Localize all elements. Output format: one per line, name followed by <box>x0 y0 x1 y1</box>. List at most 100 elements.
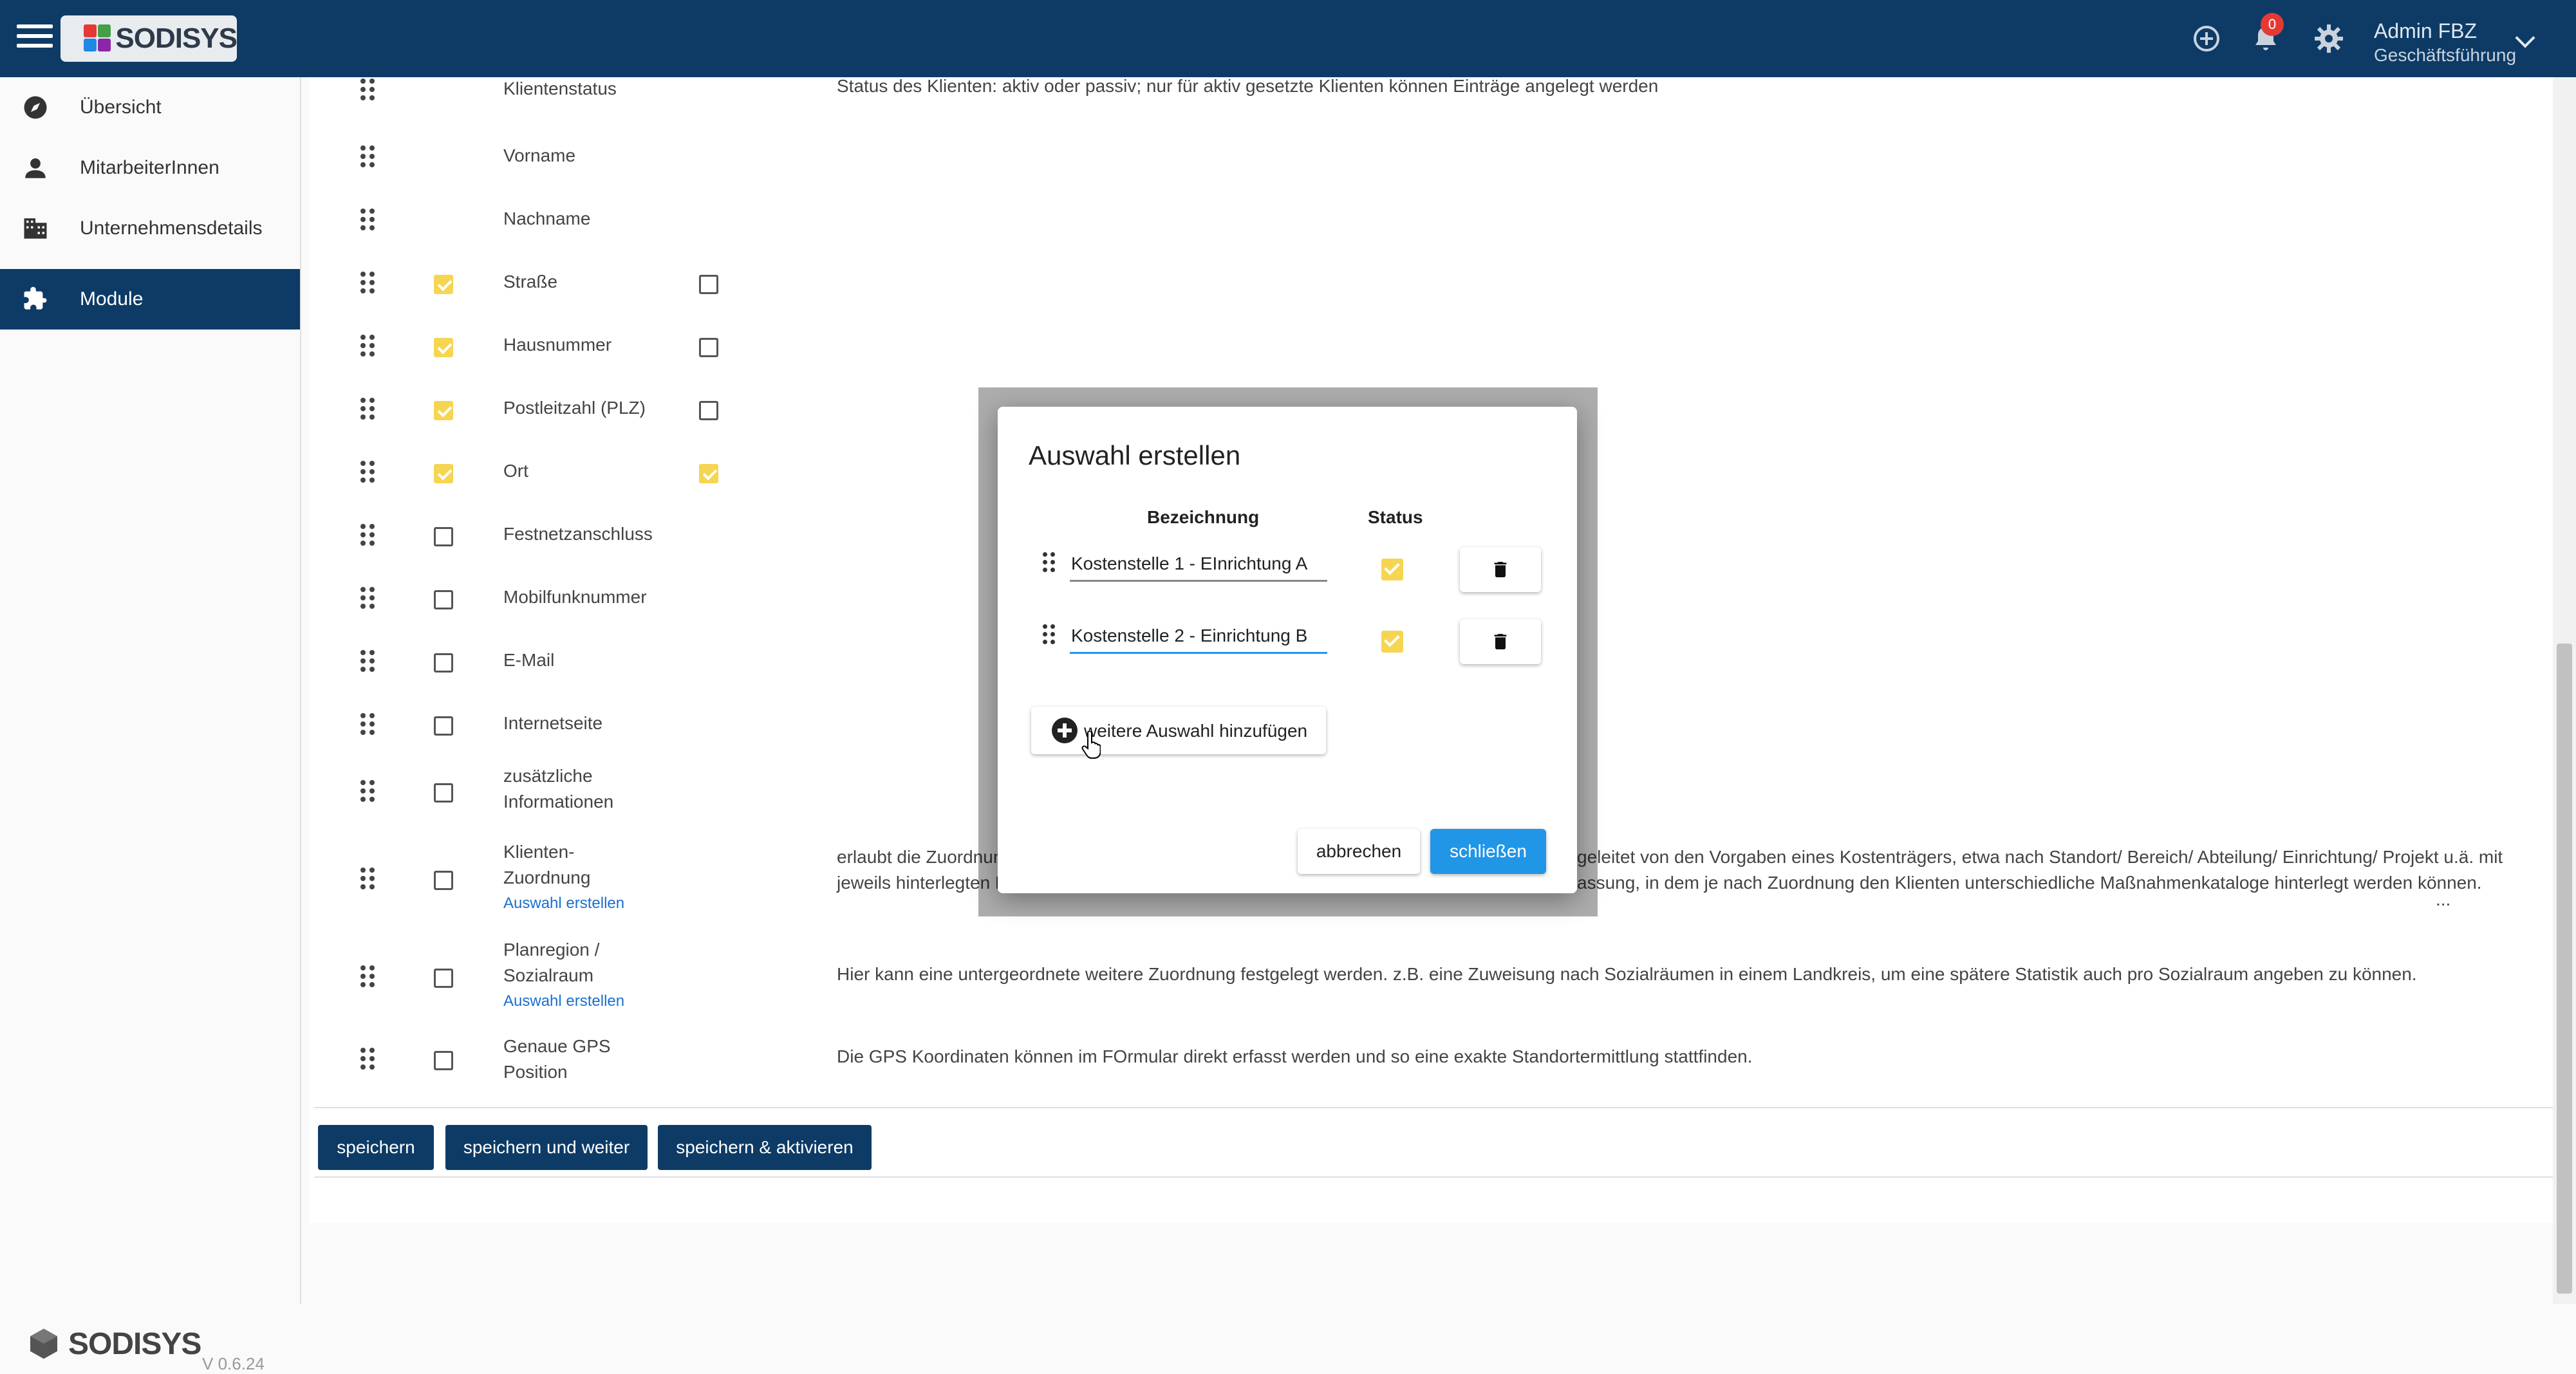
sidebar-item-unternehmensdetails[interactable]: Unternehmensdetails <box>0 198 300 259</box>
trash-icon <box>1494 634 1507 649</box>
hamburger-menu-icon[interactable] <box>17 24 53 53</box>
sidebar-item-label: MitarbeiterInnen <box>80 157 219 178</box>
sidebar-item-mitarbeiterinnen[interactable]: MitarbeiterInnen <box>0 138 300 198</box>
sidebar: Übersicht MitarbeiterInnen Unternehmensd… <box>0 77 301 1373</box>
drag-handle-icon[interactable] <box>360 209 376 234</box>
field-label: Hausnummer <box>503 335 612 355</box>
save-button[interactable]: speichern <box>318 1125 434 1170</box>
field-label-line: Informationen <box>503 792 614 812</box>
drag-handle-icon[interactable] <box>360 650 376 676</box>
sidebar-item-label: Unternehmensdetails <box>80 218 263 239</box>
field-enabled-checkbox[interactable] <box>434 783 453 803</box>
save-and-activate-button[interactable]: speichern & aktivieren <box>658 1125 872 1170</box>
create-selection-link[interactable]: Auswahl erstellen <box>503 895 624 913</box>
sodisys-logo-icon <box>84 24 111 53</box>
drag-handle-icon[interactable] <box>360 145 376 171</box>
delete-option-button[interactable] <box>1460 619 1541 664</box>
sidebar-item-label: Module <box>80 288 144 310</box>
field-label-line: Position <box>503 1062 568 1082</box>
column-header-name: Bezeichnung <box>1147 507 1260 527</box>
drag-handle-icon[interactable] <box>360 868 376 893</box>
sidebar-item-module[interactable]: Module <box>0 269 300 330</box>
field-label: Vorname <box>503 145 576 165</box>
drag-handle-icon[interactable] <box>360 461 376 487</box>
drag-handle-icon[interactable] <box>360 587 376 613</box>
field-enabled-checkbox[interactable] <box>434 401 453 420</box>
hand-cursor-icon <box>1081 731 1101 759</box>
option-name-input[interactable] <box>1070 547 1327 582</box>
notification-badge: 0 <box>2261 13 2284 36</box>
field-enabled-checkbox[interactable] <box>434 464 453 483</box>
delete-option-button[interactable] <box>1460 547 1541 592</box>
footer-app-name: SODISYS <box>68 1326 201 1361</box>
field-enabled-checkbox[interactable] <box>434 653 453 673</box>
user-name[interactable]: Admin FBZ <box>2374 19 2477 43</box>
drag-handle-icon[interactable] <box>360 79 376 104</box>
field-description-line: assung, in dem je nach Zuordnung den Kli… <box>1577 873 2482 893</box>
create-selection-link[interactable]: Auswahl erstellen <box>503 992 624 1010</box>
cancel-button[interactable]: abbrechen <box>1298 829 1420 874</box>
field-description: Hier kann eine untergeordnete weitere Zu… <box>837 964 2417 984</box>
chevron-down-icon[interactable] <box>2515 28 2535 48</box>
field-required-checkbox[interactable] <box>699 275 718 294</box>
field-enabled-checkbox[interactable] <box>434 1051 453 1070</box>
drag-handle-icon[interactable] <box>360 965 376 991</box>
save-and-next-button[interactable]: speichern und weiter <box>445 1125 648 1170</box>
column-header-status: Status <box>1368 507 1423 527</box>
trash-icon <box>1494 562 1507 577</box>
drag-handle-icon[interactable] <box>1043 624 1057 647</box>
compass-icon <box>24 96 47 119</box>
field-enabled-checkbox[interactable] <box>434 716 453 736</box>
option-name-input[interactable] <box>1070 619 1327 654</box>
field-enabled-checkbox[interactable] <box>434 590 453 609</box>
drag-handle-icon[interactable] <box>360 398 376 423</box>
field-enabled-checkbox[interactable] <box>434 969 453 988</box>
field-label-line: Sozialraum <box>503 965 594 985</box>
field-label: Nachname <box>503 209 591 228</box>
building-icon <box>24 218 47 239</box>
drag-handle-icon[interactable] <box>360 524 376 550</box>
field-required-checkbox[interactable] <box>699 401 718 420</box>
field-enabled-checkbox[interactable] <box>434 338 453 357</box>
field-enabled-checkbox[interactable] <box>434 527 453 546</box>
footer-logo: SODISYS <box>26 1326 201 1362</box>
drag-handle-icon[interactable] <box>360 335 376 360</box>
drag-handle-icon[interactable] <box>360 1048 376 1073</box>
drag-handle-icon[interactable] <box>1043 552 1057 575</box>
app-version: V 0.6.24 <box>202 1354 265 1373</box>
add-option-label: weitere Auswahl hinzufügen <box>1084 721 1308 741</box>
option-status-checkbox[interactable] <box>1381 631 1403 653</box>
field-label-line: Zuordnung <box>503 868 591 887</box>
add-circle-icon[interactable] <box>2191 23 2222 54</box>
field-label: E-Mail <box>503 650 555 670</box>
close-button[interactable]: schließen <box>1430 829 1546 874</box>
gear-icon[interactable] <box>2313 23 2344 54</box>
field-required-checkbox[interactable] <box>699 338 718 357</box>
app-logo-button[interactable]: SODISYS <box>61 15 238 62</box>
divider <box>314 1176 2561 1178</box>
field-label: Mobilfunknummer <box>503 587 647 607</box>
field-description: Status des Klienten: aktiv oder passiv; … <box>837 76 1659 96</box>
field-description-line: geleitet von den Vorgaben eines Kostentr… <box>1577 847 2503 867</box>
user-role: Geschäftsführung <box>2374 45 2517 65</box>
add-circle-icon <box>1052 718 1078 743</box>
scrollbar-thumb[interactable] <box>2557 644 2572 1294</box>
field-enabled-checkbox[interactable] <box>434 871 453 890</box>
drag-handle-icon[interactable] <box>360 713 376 739</box>
option-status-checkbox[interactable] <box>1381 559 1403 580</box>
field-required-checkbox[interactable] <box>699 464 718 483</box>
drag-handle-icon[interactable] <box>360 272 376 297</box>
field-label-line: Genaue GPS <box>503 1036 611 1056</box>
add-option-button[interactable]: weitere Auswahl hinzufügen <box>1031 707 1326 754</box>
create-selection-dialog: Auswahl erstellen Bezeichnung Status wei… <box>998 407 1577 893</box>
divider <box>314 1107 2561 1108</box>
field-enabled-checkbox[interactable] <box>434 275 453 294</box>
field-description: Die GPS Koordinaten können im FOrmular d… <box>837 1046 1753 1066</box>
field-description: geleitet von den Vorgaben eines Kostentr… <box>1577 844 2543 896</box>
field-label: Klientenstatus <box>503 79 617 98</box>
more-indicator[interactable]: ... <box>2436 887 2461 913</box>
app-name: SODISYS <box>115 23 238 54</box>
sidebar-item-uebersicht[interactable]: Übersicht <box>0 77 300 138</box>
drag-handle-icon[interactable] <box>360 780 376 806</box>
field-label: Ort <box>503 461 528 481</box>
